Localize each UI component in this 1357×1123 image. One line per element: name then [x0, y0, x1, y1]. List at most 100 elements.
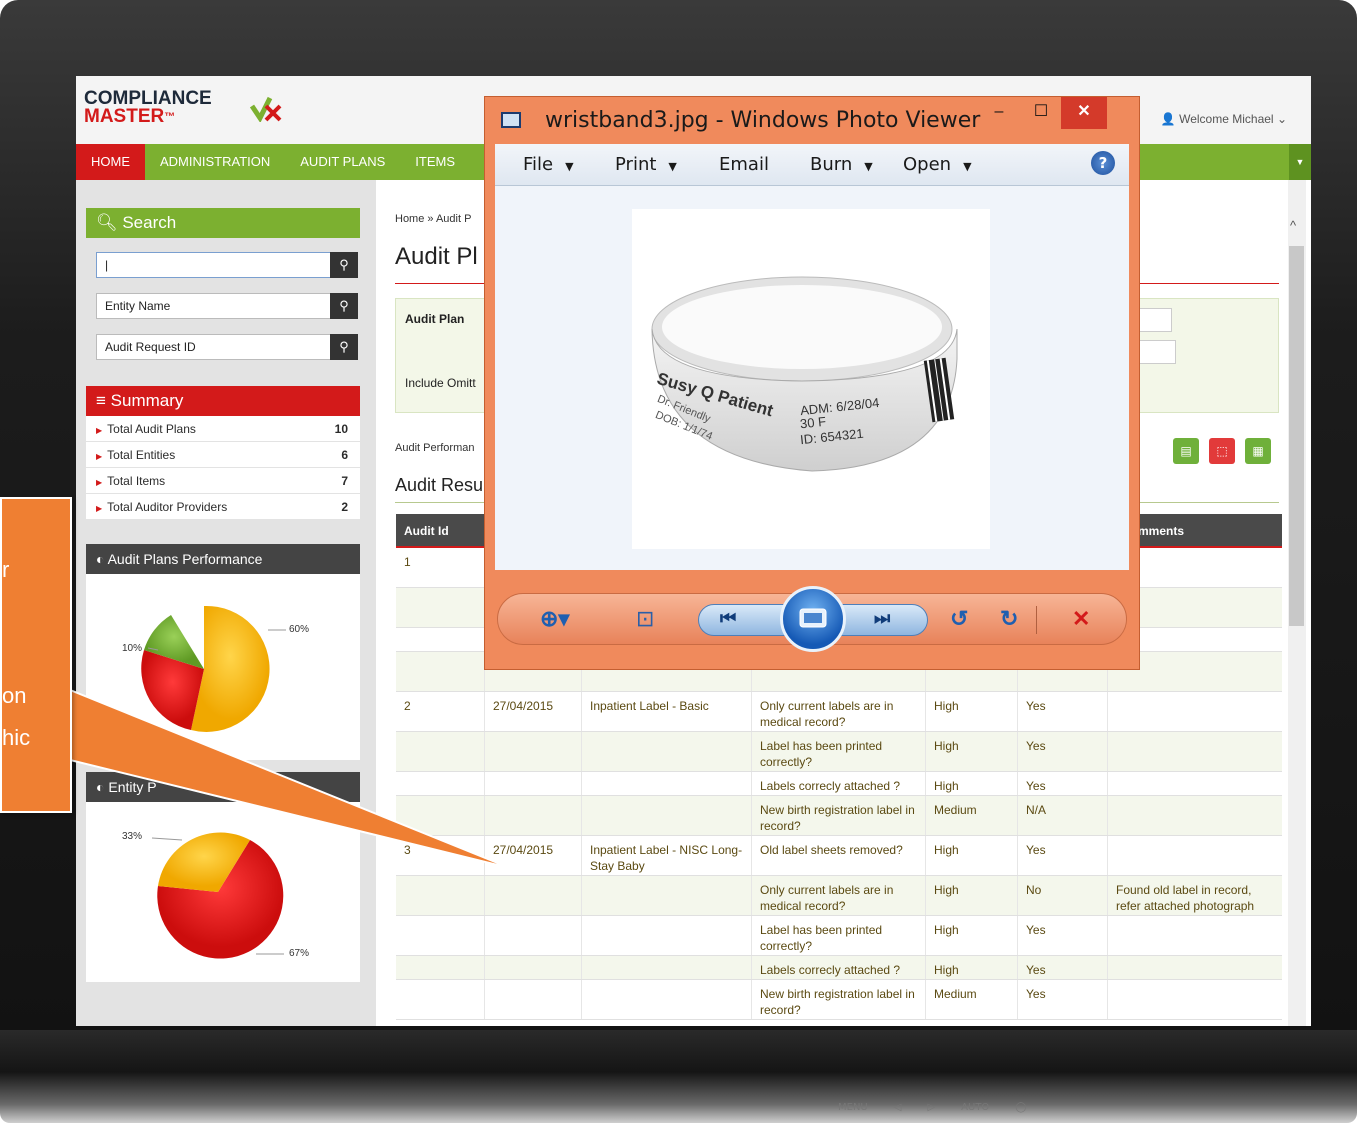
list-icon: ≡ — [96, 391, 106, 410]
nav-audit-plans[interactable]: AUDIT PLANS — [285, 144, 400, 180]
monitor-bottom-bezel — [0, 1030, 1357, 1123]
column-separator — [581, 916, 582, 955]
export-csv-button[interactable]: ▦ — [1245, 438, 1271, 464]
menu-email[interactable]: Email — [719, 154, 769, 175]
help-icon[interactable]: ? — [1091, 151, 1115, 175]
summary-row[interactable]: ▶ Total Items 7 — [86, 468, 360, 494]
cell-risk: High — [934, 739, 959, 753]
scrollbar-thumb[interactable] — [1289, 246, 1304, 626]
summary-row[interactable]: ▶ Total Entities 6 — [86, 442, 360, 468]
monitor-right-label: ▷ — [927, 1102, 936, 1113]
cell-answer: Yes — [1026, 779, 1046, 793]
cell-question: New birth registration label in record? — [760, 803, 915, 833]
nav-home[interactable]: HOME — [76, 144, 145, 180]
summary-title: Summary — [110, 391, 184, 410]
search-button[interactable]: ⚲ — [330, 252, 358, 278]
column-separator — [751, 732, 752, 771]
welcome-menu[interactable]: 👤 Welcome Michael ⌄ — [1161, 112, 1287, 126]
menu-burn[interactable]: Burn ▼ — [810, 154, 873, 175]
delete-button[interactable]: ✕ — [1072, 606, 1090, 632]
cell-audit-id: 3 — [404, 843, 411, 857]
filter-input[interactable] — [1136, 308, 1172, 332]
audit-performance-label: Audit Performan — [395, 442, 475, 454]
wristband-age-sex: 30 F — [799, 413, 827, 432]
export-pdf-button[interactable]: ⬚ — [1209, 438, 1235, 464]
next-button[interactable]: ⏭ — [874, 608, 890, 629]
maximize-button[interactable]: ☐ — [1023, 97, 1059, 129]
menu-email-label: Email — [719, 154, 769, 175]
search-input[interactable]: | — [96, 252, 331, 278]
menu-file[interactable]: File ▼ — [523, 154, 574, 175]
summary-label: Total Entities — [107, 448, 176, 462]
summary-label: Total Auditor Providers — [107, 500, 228, 514]
filter-input[interactable] — [1136, 340, 1176, 364]
cell-risk: High — [934, 923, 959, 937]
menu-open[interactable]: Open ▼ — [903, 154, 972, 175]
table-row[interactable]: 3 27/04/2015 Inpatient Label - NISC Long-S… — [396, 836, 1282, 876]
column-separator — [581, 980, 582, 1019]
cell-audit-id: 2 — [404, 699, 411, 713]
monitor-left-label: ◁ — [893, 1102, 902, 1113]
nav-expand-icon[interactable]: ▼ — [1289, 144, 1311, 180]
nav-administration[interactable]: ADMINISTRATION — [145, 144, 285, 180]
monitor-power-icon: ◯ — [1015, 1102, 1027, 1113]
cell-comment: Found old label in record, refer attache… — [1116, 883, 1255, 913]
cell-risk: High — [934, 963, 959, 977]
previous-button[interactable]: ⏮ — [720, 608, 736, 629]
entity-search-button[interactable]: ⚲ — [330, 293, 358, 319]
slideshow-button[interactable] — [780, 586, 846, 652]
table-row[interactable]: Label has been printed correctly? High Yes — [396, 732, 1282, 772]
minimize-button[interactable]: – — [981, 97, 1017, 129]
viewer-title: wristband3.jpg - Windows Photo Viewer — [545, 108, 981, 133]
cell-label: Inpatient Label - NISC Long-Stay Baby — [590, 843, 743, 873]
close-button[interactable]: ✕ — [1061, 97, 1107, 129]
pie-label-33: 33% — [122, 831, 143, 842]
audit-request-id-field[interactable]: Audit Request ID — [96, 334, 331, 360]
col-audit-id[interactable]: Audit Id — [404, 524, 449, 538]
table-row[interactable]: Labels correcly attached ? High Yes — [396, 772, 1282, 796]
export-excel-button[interactable]: ▤ — [1173, 438, 1199, 464]
logo[interactable]: COMPLIANCE MASTER™ — [84, 89, 212, 126]
nav-items[interactable]: ITEMS — [400, 144, 470, 180]
chevron-down-icon: ▼ — [668, 160, 677, 173]
zoom-icon[interactable]: ⊕▾ — [540, 606, 569, 632]
column-separator — [751, 876, 752, 915]
cell-label: Inpatient Label - Basic — [590, 699, 709, 713]
rotate-counterclockwise-button[interactable]: ↺ — [950, 606, 968, 632]
column-separator — [751, 796, 752, 835]
viewer-titlebar[interactable]: wristband3.jpg - Windows Photo Viewer – … — [485, 97, 1139, 143]
column-separator — [751, 980, 752, 1019]
column-separator — [484, 916, 485, 955]
cell-risk: High — [934, 883, 959, 897]
cell-answer: No — [1026, 883, 1042, 897]
table-row[interactable]: Labels correcly attached ? High Yes — [396, 956, 1282, 980]
entity-name-field[interactable]: Entity Name — [96, 293, 331, 319]
rotate-clockwise-button[interactable]: ↻ — [1000, 606, 1018, 632]
column-separator — [925, 916, 926, 955]
welcome-text: Welcome Michael — [1179, 112, 1274, 126]
actual-size-icon[interactable]: ⊡ — [636, 606, 654, 632]
scroll-up-icon[interactable]: ^ — [1290, 218, 1296, 233]
cell-risk: High — [934, 843, 959, 857]
summary-count: 10 — [334, 422, 348, 436]
cell-answer: Yes — [1026, 963, 1046, 977]
slideshow-icon — [799, 608, 827, 628]
menu-print[interactable]: Print ▼ — [615, 154, 677, 175]
column-separator — [925, 956, 926, 979]
cell-answer: Yes — [1026, 843, 1046, 857]
photo-viewer-icon — [501, 112, 521, 128]
menu-file-label: File — [523, 154, 554, 175]
col-comments[interactable]: mments — [1138, 524, 1184, 538]
summary-row[interactable]: ▶ Total Audit Plans 10 — [86, 416, 360, 442]
cell-question: Only current labels are in medical recor… — [760, 883, 894, 913]
table-row[interactable]: New birth registration label in record? M… — [396, 980, 1282, 1020]
table-row[interactable]: 2 27/04/2015 Inpatient Label - Basic Only c… — [396, 692, 1282, 732]
summary-row[interactable]: ▶ Total Auditor Providers 2 — [86, 494, 360, 520]
table-row[interactable]: Only current labels are in medical recor… — [396, 876, 1282, 916]
table-row[interactable]: New birth registration label in record? M… — [396, 796, 1282, 836]
user-icon: 👤 — [1160, 112, 1176, 126]
cell-question: Label has been printed correctly? — [760, 923, 883, 953]
table-row[interactable]: Label has been printed correctly? High Yes — [396, 916, 1282, 956]
breadcrumb[interactable]: Home » Audit P — [395, 213, 471, 225]
audit-request-search-button[interactable]: ⚲ — [330, 334, 358, 360]
